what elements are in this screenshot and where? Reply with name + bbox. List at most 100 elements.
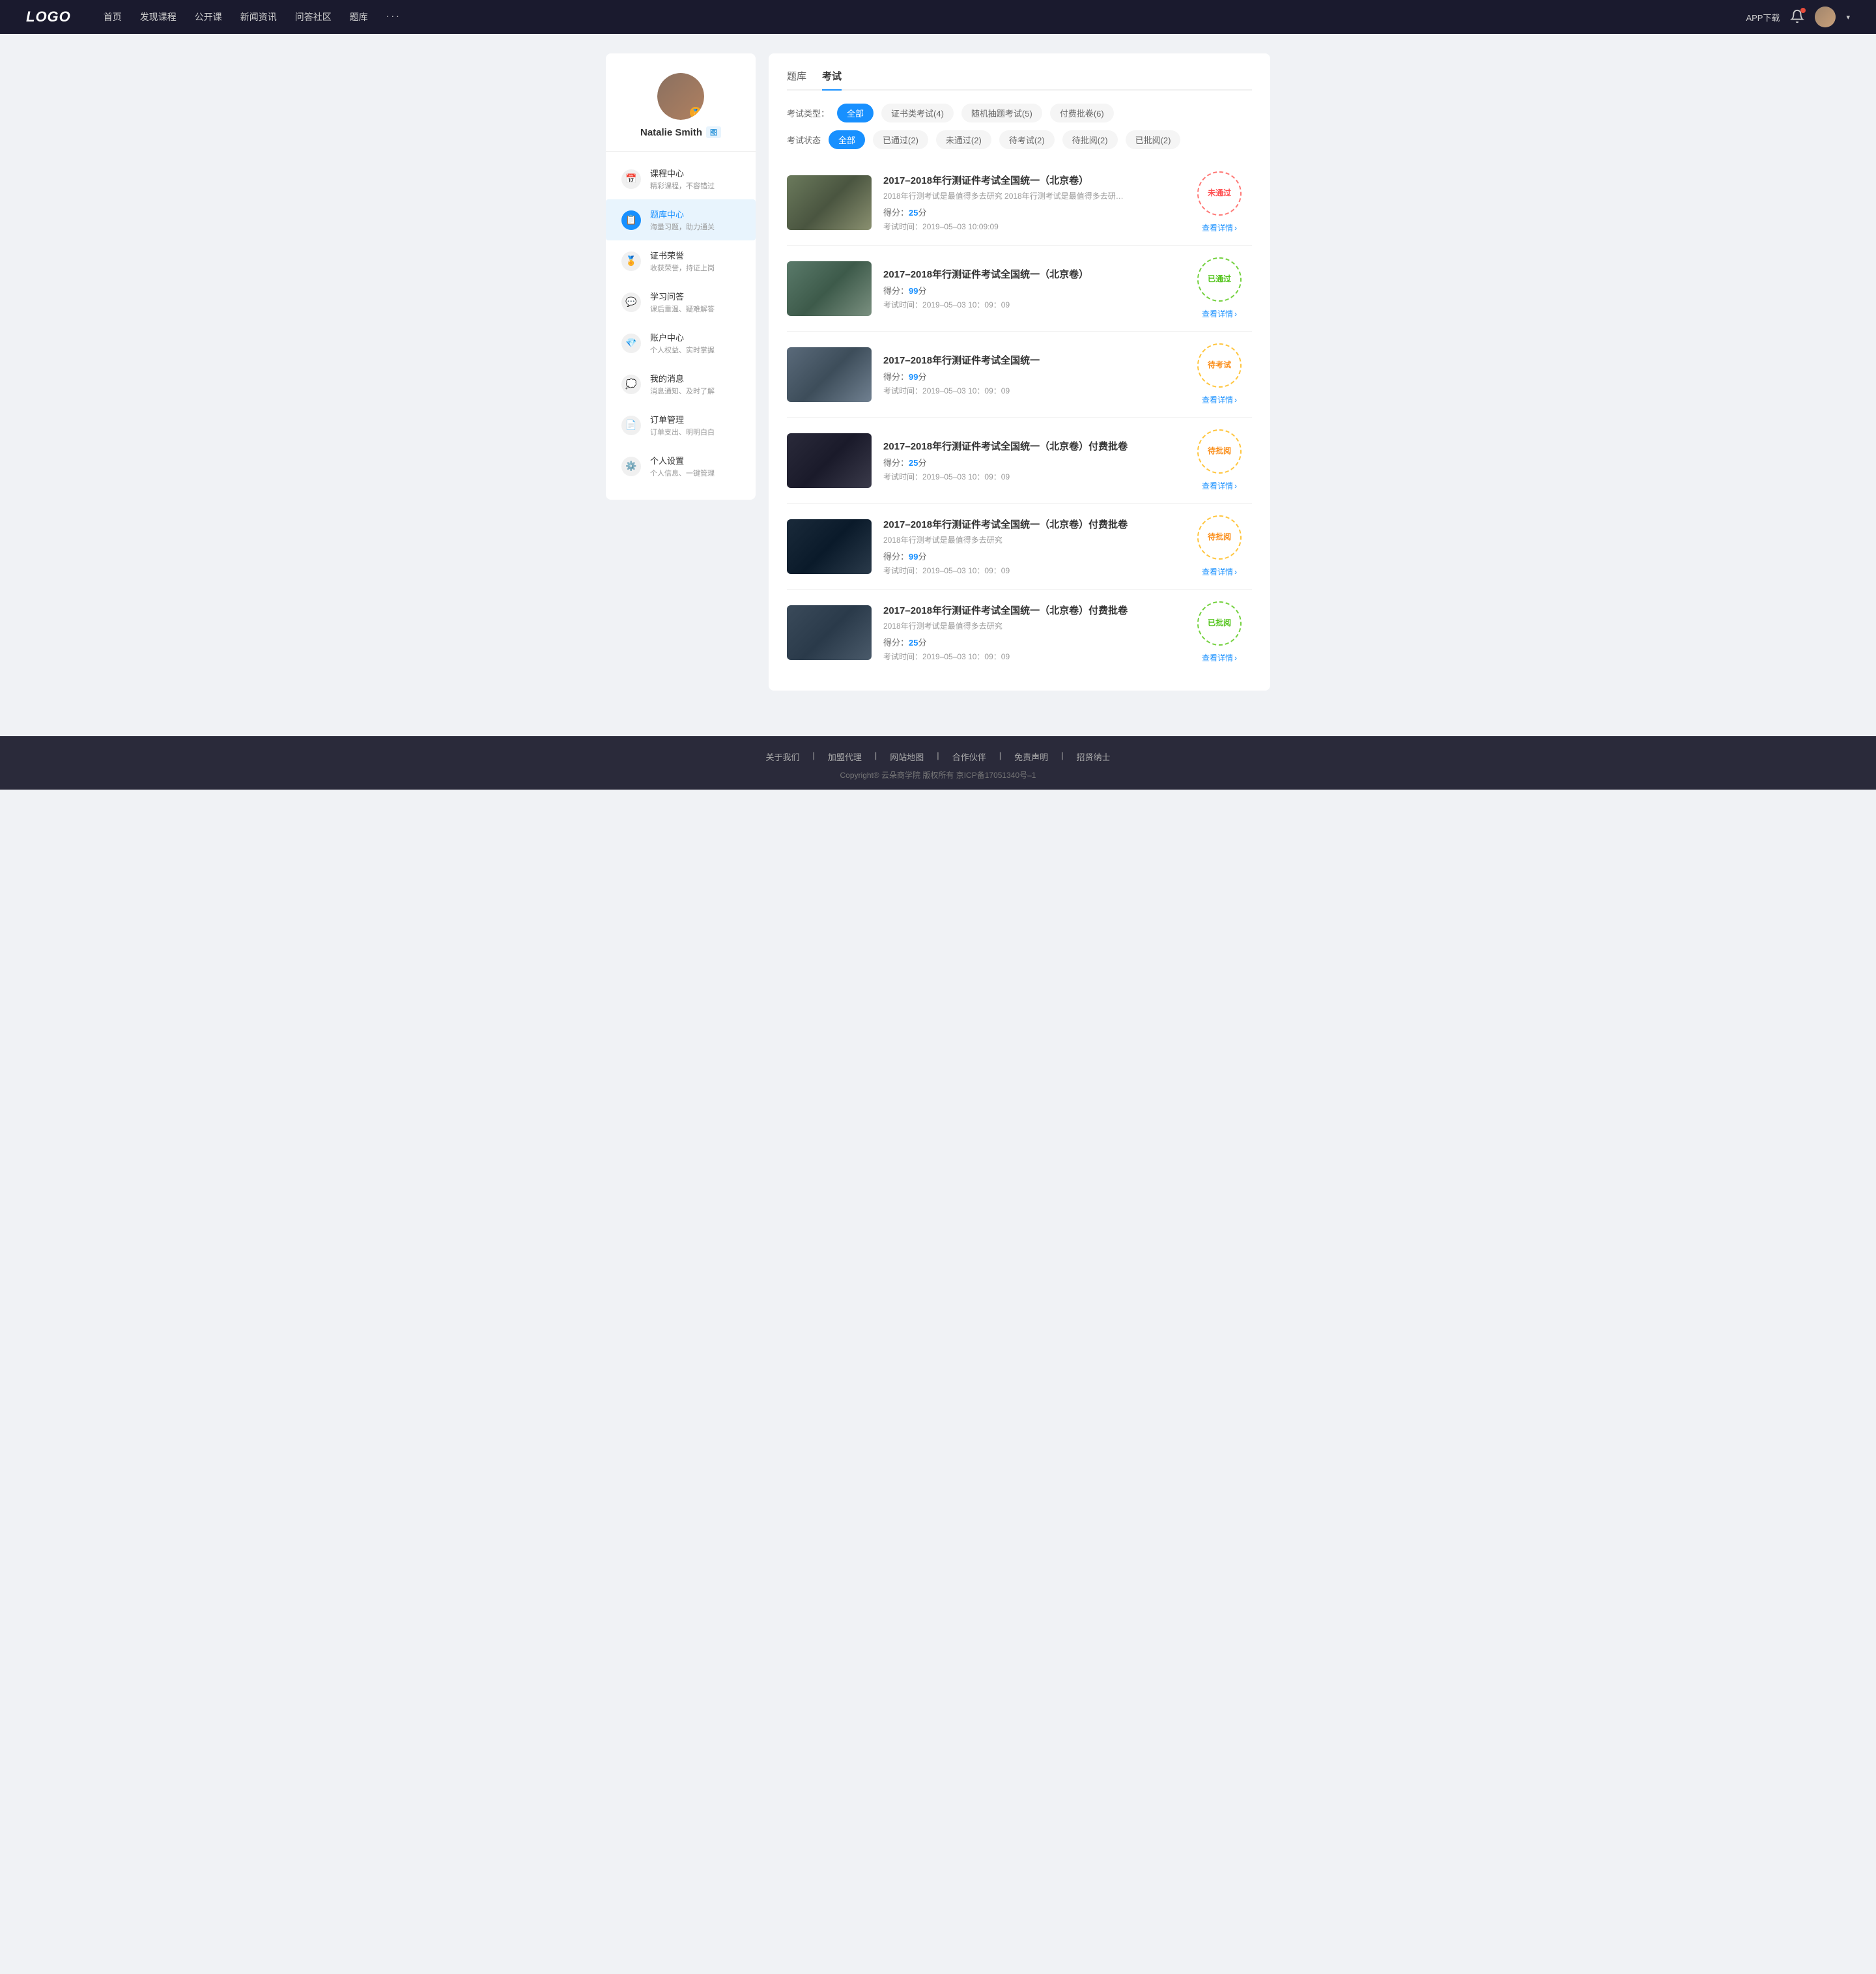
sidebar-item-study-qa[interactable]: 💬 学习问答 课后重温、疑难解答 (606, 281, 756, 322)
exam-detail-link[interactable]: 查看详情 › (1202, 652, 1237, 663)
status-badge: 待批阅 (1197, 429, 1242, 474)
exam-right: 待考试 查看详情 › (1187, 343, 1252, 405)
user-menu-chevron[interactable]: ▾ (1846, 13, 1850, 21)
navbar: LOGO 首页 发现课程 公开课 新闻资讯 问答社区 题库 ··· APP下载 … (0, 0, 1876, 34)
status-badge: 待批阅 (1197, 515, 1242, 560)
exam-score: 得分：99分 (883, 550, 1175, 562)
nav-link-open[interactable]: 公开课 (195, 10, 222, 23)
main-container: 🏅 Natalie Smith 图 📅 课程中心 精彩课程，不容错过 📋 题库中… (593, 34, 1283, 710)
exam-title: 2017–2018年行测证件考试全国统一（北京卷）付费批卷 (883, 517, 1175, 531)
question-bank-icon: 📋 (621, 210, 641, 230)
exam-status-filter-failed[interactable]: 未通过(2) (936, 130, 991, 149)
exam-right: 待批阅 查看详情 › (1187, 429, 1252, 491)
exam-time: 考试时间：2019–05–03 10：09：09 (883, 385, 1175, 396)
exam-thumbnail (787, 519, 872, 574)
exam-list: 2017–2018年行测证件考试全国统一（北京卷） 2018年行测考试是最值得多… (787, 160, 1252, 675)
footer-copyright: Copyright® 云朵商学院 版权所有 京ICP备17051340号–1 (0, 769, 1876, 780)
exam-right: 未通过 查看详情 › (1187, 171, 1252, 233)
exam-status-filter-all[interactable]: 全部 (829, 130, 865, 149)
exam-status-filter-row: 考试状态 全部 已通过(2) 未通过(2) 待考试(2) 待批阅(2) 已批阅(… (787, 130, 1252, 149)
exam-status-filter-reviewed[interactable]: 已批阅(2) (1126, 130, 1181, 149)
footer-links: 关于我们 | 加盟代理 | 网站地图 | 合作伙伴 | 免责声明 | 招贤纳士 (0, 751, 1876, 763)
chevron-right-icon: › (1234, 395, 1237, 405)
exam-desc: 2018年行测考试是最值得多去研究 (883, 534, 1131, 545)
exam-detail-link[interactable]: 查看详情 › (1202, 222, 1237, 233)
footer-link-agent[interactable]: 加盟代理 (828, 751, 862, 763)
table-row: 2017–2018年行测证件考试全国统一（北京卷）付费批卷 得分：25分 考试时… (787, 418, 1252, 504)
exam-thumbnail (787, 433, 872, 488)
notification-bell[interactable] (1790, 9, 1804, 25)
exam-info: 2017–2018年行测证件考试全国统一（北京卷）付费批卷 2018年行测考试是… (883, 517, 1175, 576)
exam-type-filter-row: 考试类型： 全部 证书类考试(4) 随机抽题考试(5) 付费批卷(6) (787, 104, 1252, 122)
exam-title: 2017–2018年行测证件考试全国统一（北京卷）付费批卷 (883, 439, 1175, 453)
nav-link-courses[interactable]: 发现课程 (140, 10, 177, 23)
certificate-icon: 🏅 (621, 251, 641, 271)
nav-link-question[interactable]: 题库 (350, 10, 368, 23)
exam-type-label: 考试类型： (787, 107, 829, 119)
exam-desc: 2018年行测考试是最值得多去研究 2018年行测考试是最值得多去研究 2018… (883, 190, 1131, 201)
tab-exam[interactable]: 考试 (822, 69, 842, 89)
footer-link-jobs[interactable]: 招贤纳士 (1077, 751, 1111, 763)
chevron-right-icon: › (1234, 223, 1237, 233)
status-badge: 已批阅 (1197, 601, 1242, 646)
sidebar-menu: 📅 课程中心 精彩课程，不容错过 📋 题库中心 海量习题，助力通关 🏅 证书荣誉… (606, 158, 756, 487)
account-icon: 💎 (621, 334, 641, 353)
exam-info: 2017–2018年行测证件考试全国统一（北京卷）付费批卷 得分：25分 考试时… (883, 439, 1175, 482)
footer-link-partner[interactable]: 合作伙伴 (952, 751, 986, 763)
exam-desc: 2018年行测考试是最值得多去研究 (883, 620, 1131, 631)
footer: 关于我们 | 加盟代理 | 网站地图 | 合作伙伴 | 免责声明 | 招贤纳士 … (0, 736, 1876, 790)
exam-detail-link[interactable]: 查看详情 › (1202, 480, 1237, 491)
study-qa-icon: 💬 (621, 293, 641, 312)
nav-link-qa[interactable]: 问答社区 (295, 10, 332, 23)
logo[interactable]: LOGO (26, 8, 71, 25)
exam-type-filter-random[interactable]: 随机抽题考试(5) (961, 104, 1042, 122)
exam-status-filter-passed[interactable]: 已通过(2) (873, 130, 928, 149)
tab-question-bank[interactable]: 题库 (787, 69, 806, 89)
notification-dot (1800, 8, 1806, 13)
chevron-right-icon: › (1234, 653, 1237, 663)
sidebar-item-settings[interactable]: ⚙️ 个人设置 个人信息、一键管理 (606, 446, 756, 487)
footer-link-disclaimer[interactable]: 免责声明 (1014, 751, 1048, 763)
exam-thumbnail (787, 347, 872, 402)
status-badge: 未通过 (1197, 171, 1242, 216)
chevron-right-icon: › (1234, 309, 1237, 319)
exam-score: 得分：99分 (883, 370, 1175, 382)
exam-type-filter-cert[interactable]: 证书类考试(4) (881, 104, 954, 122)
exam-info: 2017–2018年行测证件考试全国统一（北京卷）付费批卷 2018年行测考试是… (883, 603, 1175, 662)
exam-detail-link[interactable]: 查看详情 › (1202, 566, 1237, 577)
orders-icon: 📄 (621, 416, 641, 435)
navbar-right: APP下载 ▾ (1746, 7, 1850, 27)
exam-score: 得分：25分 (883, 456, 1175, 468)
sidebar-item-question-bank[interactable]: 📋 题库中心 海量习题，助力通关 (606, 199, 756, 240)
app-download-button[interactable]: APP下载 (1746, 11, 1780, 23)
sidebar-item-course[interactable]: 📅 课程中心 精彩课程，不容错过 (606, 158, 756, 199)
table-row: 2017–2018年行测证件考试全国统一（北京卷）付费批卷 2018年行测考试是… (787, 504, 1252, 590)
user-avatar-nav[interactable] (1815, 7, 1836, 27)
nav-link-news[interactable]: 新闻资讯 (240, 10, 277, 23)
sidebar-item-messages[interactable]: 💭 我的消息 消息通知、及时了解 (606, 364, 756, 405)
exam-info: 2017–2018年行测证件考试全国统一（北京卷） 2018年行测考试是最值得多… (883, 173, 1175, 232)
exam-title: 2017–2018年行测证件考试全国统一（北京卷） (883, 267, 1175, 281)
exam-detail-link[interactable]: 查看详情 › (1202, 394, 1237, 405)
exam-thumbnail (787, 261, 872, 316)
nav-link-home[interactable]: 首页 (104, 10, 122, 23)
exam-status-filter-pending[interactable]: 待考试(2) (999, 130, 1055, 149)
sidebar-item-account[interactable]: 💎 账户中心 个人权益、实时掌握 (606, 322, 756, 364)
sidebar-item-certificate[interactable]: 🏅 证书荣誉 收获荣誉，持证上岗 (606, 240, 756, 281)
nav-link-more[interactable]: ··· (386, 10, 401, 23)
exam-type-filter-paid[interactable]: 付费批卷(6) (1050, 104, 1114, 122)
footer-link-sitemap[interactable]: 网站地图 (890, 751, 924, 763)
chevron-right-icon: › (1234, 567, 1237, 577)
exam-detail-link[interactable]: 查看详情 › (1202, 308, 1237, 319)
table-row: 2017–2018年行测证件考试全国统一（北京卷）付费批卷 2018年行测考试是… (787, 590, 1252, 675)
exam-score: 得分：25分 (883, 206, 1175, 218)
chevron-right-icon: › (1234, 481, 1237, 491)
exam-type-filter-all[interactable]: 全部 (837, 104, 874, 122)
footer-link-about[interactable]: 关于我们 (765, 751, 799, 763)
exam-status-filter-reviewing[interactable]: 待批阅(2) (1062, 130, 1118, 149)
exam-right: 已批阅 查看详情 › (1187, 601, 1252, 663)
exam-right: 待批阅 查看详情 › (1187, 515, 1252, 577)
sidebar-item-orders[interactable]: 📄 订单管理 订单支出、明明白白 (606, 405, 756, 446)
table-row: 2017–2018年行测证件考试全国统一 得分：99分 考试时间：2019–05… (787, 332, 1252, 418)
sidebar-profile: 🏅 Natalie Smith 图 (606, 73, 756, 152)
